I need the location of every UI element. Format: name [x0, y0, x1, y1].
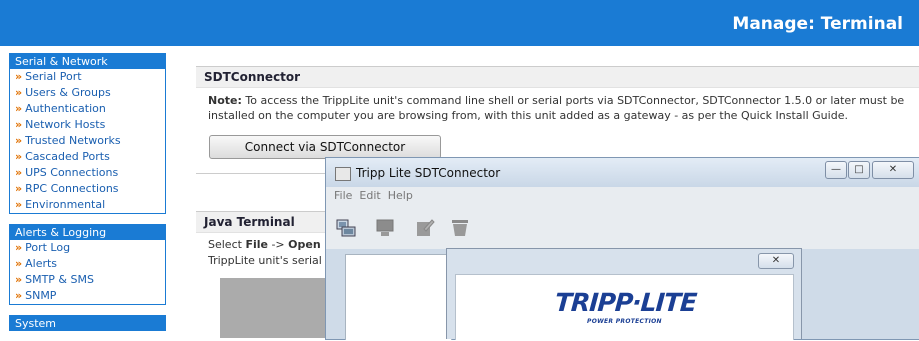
bullet-icon: »	[15, 150, 23, 163]
bullet-icon: »	[15, 86, 23, 99]
toolbar	[326, 204, 919, 249]
sidebar-item-label: Alerts	[25, 257, 58, 270]
bullet-icon: »	[15, 70, 23, 83]
sidebar-item-users-groups[interactable]: » Users & Groups	[10, 85, 165, 101]
sidebar-item-label: UPS Connections	[25, 166, 119, 179]
connect-sdtconnector-button[interactable]: Connect via SDTConnector	[209, 135, 441, 159]
maximize-button[interactable]: □	[848, 161, 870, 179]
section-heading-sdtconnector: SDTConnector	[196, 66, 919, 88]
bullet-icon: »	[15, 102, 23, 115]
sidebar-heading: Serial & Network	[10, 54, 165, 69]
sidebar-heading: System	[10, 316, 165, 331]
sidebar-item-smtp-sms[interactable]: » SMTP & SMS	[10, 272, 165, 288]
java-text-arrow: ->	[267, 238, 289, 251]
bullet-icon: »	[15, 289, 23, 302]
sidebar-item-label: Authentication	[25, 102, 106, 115]
sidebar-item-label: SMTP & SMS	[25, 273, 94, 286]
java-text-line2: TrippLite unit's serial p	[208, 254, 328, 267]
section-heading-java-terminal: Java Terminal	[196, 211, 325, 233]
sidebar-heading: Alerts & Logging	[10, 225, 165, 240]
sdt-note: Note: To access the TrippLite unit's com…	[208, 93, 908, 123]
computer-icon[interactable]	[375, 219, 395, 236]
about-dialog: ✕ TRIPP·LITE POWER PROTECTION	[446, 248, 802, 340]
sidebar-item-network-hosts[interactable]: » Network Hosts	[10, 117, 165, 133]
note-text: To access the TrippLite unit's command l…	[208, 94, 905, 122]
bullet-icon: »	[15, 134, 23, 147]
divider	[196, 173, 326, 174]
sidebar-item-label: Users & Groups	[25, 86, 111, 99]
menu-bar: File Edit Help	[326, 187, 919, 204]
sidebar-item-alerts[interactable]: » Alerts	[10, 256, 165, 272]
note-label: Note:	[208, 94, 242, 107]
bullet-icon: »	[15, 118, 23, 131]
app-icon	[335, 167, 351, 181]
sidebar-item-rpc-connections[interactable]: » RPC Connections	[10, 181, 165, 197]
bullet-icon: »	[15, 182, 23, 195]
sidebar-section-serial-network: Serial & Network » Serial Port » Users & G…	[9, 53, 166, 214]
close-button[interactable]: ✕	[872, 161, 914, 179]
bullet-icon: »	[15, 273, 23, 286]
bullet-icon: »	[15, 198, 23, 211]
java-applet-area	[220, 278, 326, 338]
sidebar-item-label: Trusted Networks	[25, 134, 121, 147]
sidebar-item-label: Cascaded Ports	[25, 150, 110, 163]
sidebar-item-label: Port Log	[25, 241, 71, 254]
window-title: Tripp Lite SDTConnector	[356, 166, 501, 180]
bullet-icon: »	[15, 257, 23, 270]
dialog-close-button[interactable]: ✕	[758, 253, 794, 269]
menu-edit[interactable]: Edit	[359, 189, 380, 202]
sidebar-item-label: RPC Connections	[25, 182, 119, 195]
window-titlebar[interactable]: Tripp Lite SDTConnector — □ ✕	[326, 158, 919, 187]
logo-tagline: POWER PROTECTION	[587, 318, 662, 325]
minimize-button[interactable]: —	[825, 161, 847, 179]
sidebar-item-label: Serial Port	[25, 70, 82, 83]
java-text-file: File	[245, 238, 268, 251]
menu-file[interactable]: File	[334, 189, 352, 202]
sidebar-item-label: SNMP	[25, 289, 57, 302]
dialog-content: TRIPP·LITE POWER PROTECTION	[455, 274, 794, 340]
delete-icon[interactable]	[450, 219, 470, 236]
sidebar-item-authentication[interactable]: » Authentication	[10, 101, 165, 117]
sidebar-item-ups-connections[interactable]: » UPS Connections	[10, 165, 165, 181]
menu-help[interactable]: Help	[388, 189, 413, 202]
sidebar-item-cascaded-ports[interactable]: » Cascaded Ports	[10, 149, 165, 165]
sidebar-item-label: Environmental	[25, 198, 106, 211]
java-terminal-text: Select File -> Open S TrippLite unit's s…	[208, 237, 328, 269]
java-text-open: Open S	[288, 238, 328, 251]
sidebar-item-snmp[interactable]: » SNMP	[10, 288, 165, 304]
sidebar-section-system: System	[9, 315, 166, 331]
sidebar-item-label: Network Hosts	[25, 118, 106, 131]
sidebar-item-trusted-networks[interactable]: » Trusted Networks	[10, 133, 165, 149]
sidebar-item-serial-port[interactable]: » Serial Port	[10, 69, 165, 85]
bullet-icon: »	[15, 241, 23, 254]
sidebar: Serial & Network » Serial Port » Users & G…	[9, 53, 166, 341]
host-list-panel[interactable]	[345, 254, 452, 340]
edit-icon[interactable]	[415, 219, 435, 236]
bullet-icon: »	[15, 166, 23, 179]
sidebar-item-port-log[interactable]: » Port Log	[10, 240, 165, 256]
tripp-lite-logo: TRIPP·LITE	[553, 288, 698, 317]
sidebar-section-alerts-logging: Alerts & Logging » Port Log » Alerts » SMTP…	[9, 224, 166, 305]
connect-icon[interactable]	[336, 219, 356, 237]
page-title: Manage: Terminal	[732, 14, 903, 34]
sidebar-item-environmental[interactable]: » Environmental	[10, 197, 165, 213]
java-text-select: Select	[208, 238, 246, 251]
top-header-bar: Manage: Terminal	[0, 0, 919, 46]
